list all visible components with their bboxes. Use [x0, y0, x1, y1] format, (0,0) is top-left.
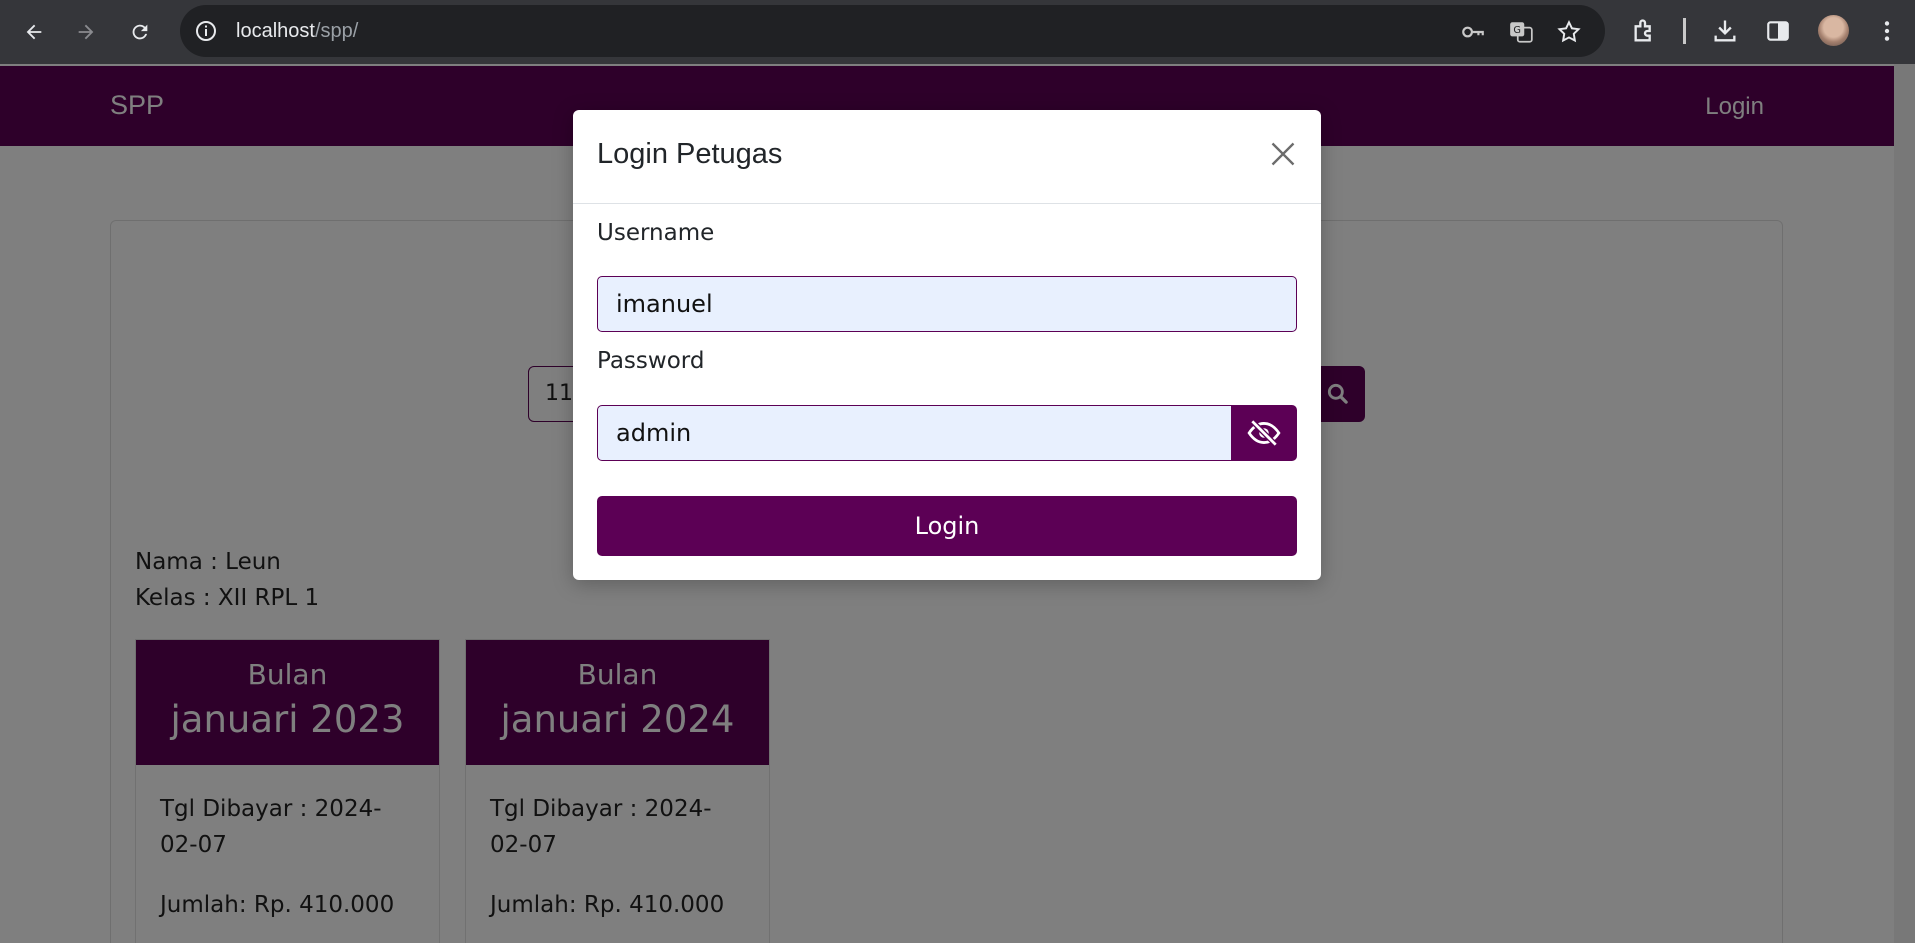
extensions-icon[interactable] [1630, 16, 1660, 46]
login-modal: Login Petugas Username imanuel Password … [573, 110, 1321, 580]
password-label: Password [597, 348, 705, 374]
translate-icon[interactable]: G [1508, 19, 1534, 45]
modal-title: Login Petugas [597, 138, 783, 170]
info-icon[interactable] [194, 19, 218, 43]
arrow-left-icon [26, 24, 42, 40]
side-panel-icon[interactable] [1763, 16, 1793, 46]
download-icon[interactable] [1710, 16, 1740, 46]
reload-button[interactable] [122, 14, 158, 50]
toolbar-divider [1683, 18, 1686, 44]
svg-text:G: G [1513, 25, 1521, 36]
more-menu-icon[interactable] [1872, 16, 1902, 46]
browser-toolbar: localhost/spp/ G [0, 0, 1915, 64]
password-key-icon[interactable] [1460, 19, 1486, 45]
modal-header: Login Petugas [573, 110, 1321, 204]
arrow-right-icon [78, 24, 94, 40]
url-text: localhost/spp/ [236, 20, 359, 42]
password-input[interactable]: admin [597, 405, 1233, 461]
forward-button[interactable] [68, 14, 104, 50]
address-bar[interactable]: localhost/spp/ G [180, 5, 1605, 57]
username-label: Username [597, 220, 715, 246]
back-button[interactable] [16, 14, 52, 50]
close-icon [1271, 142, 1295, 166]
login-submit-button[interactable]: Login [597, 496, 1297, 556]
reload-icon [132, 24, 148, 40]
close-button[interactable] [1267, 138, 1299, 170]
page-content: SPP Login 110 Nama : Leun Kelas : XII RP… [0, 64, 1915, 943]
bookmark-star-icon[interactable] [1556, 19, 1582, 45]
eye-slash-icon [1247, 419, 1281, 447]
username-input[interactable]: imanuel [597, 276, 1297, 332]
profile-avatar[interactable] [1818, 15, 1849, 46]
toggle-password-button[interactable] [1231, 405, 1297, 461]
